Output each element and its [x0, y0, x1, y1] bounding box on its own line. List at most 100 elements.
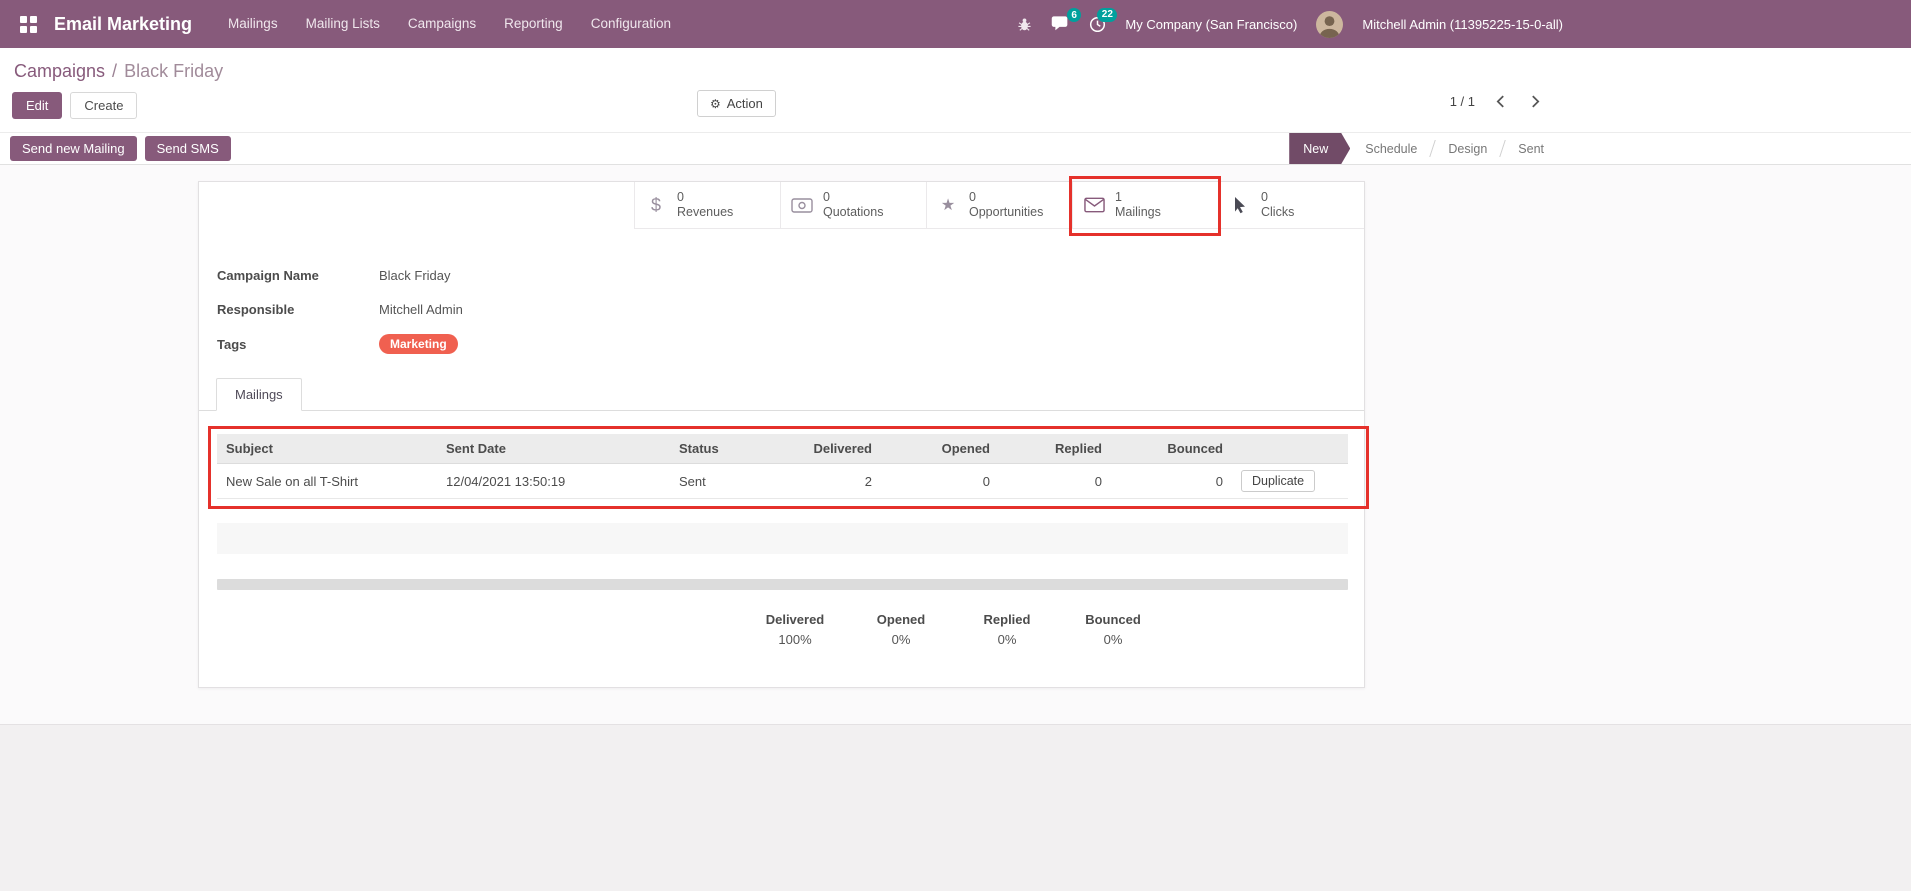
- column-header-delivered[interactable]: Delivered: [768, 434, 881, 464]
- campaign-name-field: Campaign Name Black Friday: [217, 266, 1364, 285]
- kpi-bounced: Bounced 0%: [1067, 612, 1159, 647]
- pager: 1 / 1: [1450, 93, 1545, 110]
- responsible-label: Responsible: [217, 302, 295, 317]
- activities-badge: 22: [1097, 7, 1118, 22]
- debug-icon[interactable]: [1017, 17, 1032, 32]
- tags-field: Tags Marketing: [217, 334, 1364, 354]
- edit-button[interactable]: Edit: [12, 92, 63, 119]
- stage-schedule[interactable]: Schedule: [1350, 133, 1432, 164]
- money-card-icon: [791, 197, 813, 213]
- user-avatar[interactable]: [1316, 10, 1344, 38]
- breadcrumb-separator: /: [112, 61, 118, 81]
- main-menu: Mailings Mailing Lists Campaigns Reporti…: [214, 0, 685, 48]
- column-header-replied[interactable]: Replied: [999, 434, 1111, 464]
- quotations-label: Quotations: [823, 205, 884, 219]
- activities-icon[interactable]: 22: [1089, 7, 1118, 33]
- tab-mailings[interactable]: Mailings: [216, 378, 302, 411]
- pager-next-button[interactable]: [1526, 93, 1545, 110]
- mailings-label: Mailings: [1115, 205, 1161, 219]
- menu-mailings[interactable]: Mailings: [214, 0, 292, 48]
- column-header-sent-date[interactable]: Sent Date: [437, 434, 670, 464]
- kpi-bounced-value: 0%: [1103, 632, 1123, 647]
- campaign-name-value: Black Friday: [379, 268, 451, 283]
- mailings-value: 1: [1115, 190, 1122, 204]
- apps-grid-icon: [19, 15, 37, 33]
- kpi-opened-label: Opened: [876, 612, 926, 627]
- marketing-tag-badge: Marketing: [379, 334, 458, 354]
- revenues-stat-button[interactable]: $ 0 Revenues: [634, 182, 780, 229]
- pager-previous-button[interactable]: [1491, 93, 1510, 110]
- table-row[interactable]: New Sale on all T-Shirt 12/04/2021 13:50…: [217, 463, 1348, 499]
- quotations-stat-button[interactable]: 0 Quotations: [780, 182, 926, 229]
- kpi-replied-value: 0%: [997, 632, 1017, 647]
- mailings-stat-button[interactable]: 1 Mailings: [1069, 176, 1221, 236]
- stage-design[interactable]: Design: [1433, 133, 1502, 164]
- messages-icon[interactable]: 6: [1051, 8, 1082, 32]
- stage-new[interactable]: New: [1289, 133, 1350, 164]
- chevron-left-icon: [1496, 95, 1504, 108]
- opportunities-label: Opportunities: [969, 205, 1044, 219]
- kpi-delivered: Delivered 100%: [749, 612, 841, 647]
- cell-bounced: 0: [1111, 463, 1232, 499]
- stage-sent[interactable]: Sent: [1503, 133, 1559, 164]
- duplicate-button[interactable]: Duplicate: [1241, 470, 1316, 492]
- campaign-form-sheet: $ 0 Revenues 0 Quotations ★ 0 Opportunit…: [198, 176, 1369, 688]
- responsible-field: Responsible Mitchell Admin: [217, 300, 1364, 319]
- cell-subject: New Sale on all T-Shirt: [217, 463, 437, 499]
- empty-list-row: [217, 523, 1348, 554]
- kpi-summary: Delivered 100% Opened 0% Replied 0% Boun…: [749, 612, 1364, 647]
- menu-configuration[interactable]: Configuration: [577, 0, 685, 48]
- column-header-actions: [1232, 434, 1348, 464]
- quotations-value: 0: [823, 190, 830, 204]
- send-new-mailing-button[interactable]: Send new Mailing: [10, 136, 137, 161]
- menu-mailing-lists[interactable]: Mailing Lists: [292, 0, 394, 48]
- revenues-value: 0: [677, 190, 684, 204]
- kpi-replied-label: Replied: [983, 612, 1031, 627]
- table-header-row: Subject Sent Date Status Delivered Opene…: [217, 434, 1348, 464]
- breadcrumb-campaigns[interactable]: Campaigns: [14, 61, 105, 82]
- apps-menu-button[interactable]: [8, 0, 48, 48]
- menu-reporting[interactable]: Reporting: [490, 0, 577, 48]
- messages-badge: 6: [1066, 8, 1082, 22]
- menu-campaigns[interactable]: Campaigns: [394, 0, 490, 48]
- statusbar: Send new Mailing Send SMS New Schedule D…: [0, 132, 1911, 165]
- notebook-tabs: Mailings: [199, 378, 1364, 411]
- cell-sent-date: 12/04/2021 13:50:19: [437, 463, 670, 499]
- clicks-stat-button[interactable]: 0 Clicks: [1218, 182, 1364, 229]
- kpi-opened-value: 0%: [891, 632, 911, 647]
- kpi-replied: Replied 0%: [961, 612, 1053, 647]
- app-title[interactable]: Email Marketing: [54, 14, 192, 35]
- column-header-subject[interactable]: Subject: [217, 434, 437, 464]
- responsible-link[interactable]: Mitchell Admin: [379, 302, 463, 317]
- horizontal-scrollbar[interactable]: [217, 579, 1348, 590]
- column-header-opened[interactable]: Opened: [881, 434, 999, 464]
- envelope-icon: [1083, 197, 1105, 213]
- opportunities-stat-button[interactable]: ★ 0 Opportunities: [926, 182, 1072, 229]
- stage-pipeline: New Schedule Design Sent: [1289, 133, 1559, 164]
- kpi-bounced-label: Bounced: [1085, 612, 1141, 627]
- column-header-status[interactable]: Status: [670, 434, 768, 464]
- star-icon: ★: [940, 197, 956, 214]
- cell-replied: 0: [999, 463, 1111, 499]
- tags-label: Tags: [217, 336, 247, 352]
- send-sms-button[interactable]: Send SMS: [144, 136, 231, 161]
- smart-button-box: $ 0 Revenues 0 Quotations ★ 0 Opportunit…: [199, 176, 1364, 236]
- form-fields: Campaign Name Black Friday Responsible M…: [217, 266, 1364, 354]
- create-button[interactable]: Create: [70, 92, 138, 119]
- pager-count: 1 / 1: [1449, 94, 1475, 109]
- column-header-bounced[interactable]: Bounced: [1111, 434, 1232, 464]
- top-navbar: Email Marketing Mailings Mailing Lists C…: [0, 0, 1911, 48]
- company-switcher[interactable]: My Company (San Francisco): [1125, 17, 1297, 32]
- campaign-name-label: Campaign Name: [217, 268, 319, 283]
- breadcrumb-current: Black Friday: [124, 61, 224, 81]
- cell-actions: Duplicate: [1232, 463, 1348, 499]
- cell-delivered: 2: [768, 463, 881, 499]
- opportunities-value: 0: [969, 190, 976, 204]
- cell-opened: 0: [881, 463, 999, 499]
- action-button[interactable]: ⚙ Action: [697, 90, 776, 117]
- revenues-label: Revenues: [677, 205, 734, 219]
- action-button-label: Action: [726, 96, 763, 111]
- page-footer: [0, 724, 1911, 891]
- user-menu[interactable]: Mitchell Admin (11395225-15-0-all): [1362, 17, 1563, 32]
- clicks-value: 0: [1261, 190, 1268, 204]
